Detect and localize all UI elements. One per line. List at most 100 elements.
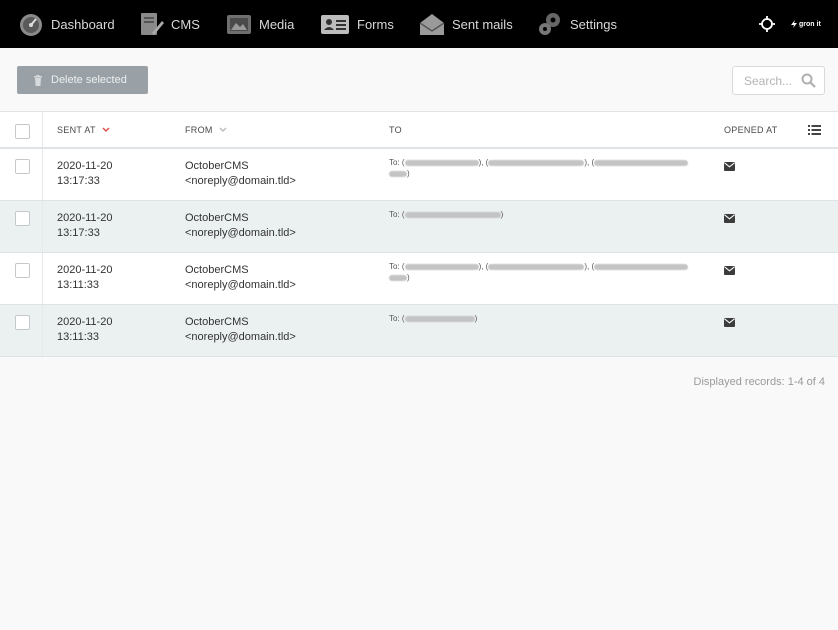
column-from[interactable]: FROM xyxy=(185,112,227,147)
trash-icon xyxy=(34,74,42,86)
from-name: OctoberCMS xyxy=(185,264,249,276)
search-box xyxy=(732,66,825,95)
column-to: TO xyxy=(389,112,402,147)
from-cell: OctoberCMS <noreply@domain.tld> xyxy=(185,211,296,241)
envelope-icon xyxy=(724,266,735,275)
nav-label-cms: CMS xyxy=(171,16,200,32)
sent-time: 13:17:33 xyxy=(57,175,100,187)
from-cell: OctoberCMS <noreply@domain.tld> xyxy=(185,263,296,293)
column-to-label: TO xyxy=(389,124,402,135)
toolbar: Delete selected xyxy=(0,48,838,112)
bolt-icon xyxy=(791,20,797,28)
table-row[interactable]: 2020-11-20 13:11:33 OctoberCMS <noreply@… xyxy=(0,305,838,357)
row-checkbox-cell xyxy=(0,253,43,304)
column-sent-at[interactable]: SENT AT xyxy=(57,112,110,147)
envelope-icon xyxy=(724,162,735,171)
preview-button[interactable] xyxy=(759,0,775,48)
row-checkbox[interactable] xyxy=(15,211,30,226)
to-cell: To: () xyxy=(389,210,504,219)
from-name: OctoberCMS xyxy=(185,316,249,328)
column-opened-at: OPENED AT xyxy=(724,112,778,147)
sent-date: 2020-11-20 xyxy=(57,212,113,224)
to-cell: To: () xyxy=(389,314,478,323)
forms-icon xyxy=(321,15,349,34)
sent-mails-table: SENT AT FROM TO OPENED AT 2020-11-20 13:… xyxy=(0,112,838,357)
table-header: SENT AT FROM TO OPENED AT xyxy=(0,112,838,149)
top-navigation: Dashboard CMS Media Forms Sent mails Set… xyxy=(0,0,838,48)
sent-at-cell: 2020-11-20 13:17:33 xyxy=(57,159,112,189)
redacted-recipient xyxy=(404,211,501,218)
search-input[interactable] xyxy=(744,73,804,88)
nav-item-settings[interactable]: Settings xyxy=(537,0,617,48)
sent-date: 2020-11-20 xyxy=(57,264,113,276)
redacted-recipient xyxy=(488,159,585,166)
nav-item-cms[interactable]: CMS xyxy=(138,0,200,48)
from-name: OctoberCMS xyxy=(185,212,249,224)
row-checkbox-cell xyxy=(0,149,43,200)
redacted-recipient xyxy=(404,159,479,166)
from-email: <noreply@domain.tld> xyxy=(185,227,296,239)
row-checkbox[interactable] xyxy=(15,263,30,278)
delete-selected-label: Delete selected xyxy=(51,74,127,86)
brand-text: gron it xyxy=(799,20,821,28)
redacted-recipient xyxy=(404,263,479,270)
redacted-recipient xyxy=(594,263,689,270)
gears-icon xyxy=(539,13,560,35)
to-prefix: To: ( xyxy=(389,158,405,167)
records-count: Displayed records: 1-4 of 4 xyxy=(693,376,825,388)
select-all-checkbox[interactable] xyxy=(15,124,30,139)
from-email: <noreply@domain.tld> xyxy=(185,279,296,291)
delete-selected-button[interactable]: Delete selected xyxy=(17,66,148,94)
sort-desc-icon xyxy=(102,126,110,132)
row-checkbox-cell xyxy=(0,201,43,252)
redacted-recipient xyxy=(389,274,407,281)
to-prefix: To: ( xyxy=(389,314,405,323)
sent-at-cell: 2020-11-20 13:17:33 xyxy=(57,211,112,241)
redacted-recipient xyxy=(389,170,407,177)
envelope-icon xyxy=(724,318,735,327)
dashboard-icon xyxy=(20,14,42,36)
envelope-icon xyxy=(724,214,735,223)
media-icon xyxy=(227,15,251,34)
nav-item-sent-mails[interactable]: Sent mails xyxy=(419,0,513,48)
to-prefix: To: ( xyxy=(389,210,405,219)
cms-icon xyxy=(141,13,164,35)
crosshair-icon xyxy=(759,16,775,32)
redacted-recipient xyxy=(594,159,689,166)
nav-label-media: Media xyxy=(259,16,295,32)
from-email: <noreply@domain.tld> xyxy=(185,175,296,187)
to-prefix: To: ( xyxy=(389,262,405,271)
nav-item-media[interactable]: Media xyxy=(226,0,294,48)
from-name: OctoberCMS xyxy=(185,160,249,172)
row-checkbox[interactable] xyxy=(15,159,30,174)
nav-label-forms: Forms xyxy=(357,16,394,32)
sent-date: 2020-11-20 xyxy=(57,160,113,172)
sent-time: 13:11:33 xyxy=(57,279,100,291)
redacted-recipient xyxy=(488,263,585,270)
list-icon xyxy=(808,124,821,135)
sort-icon xyxy=(219,127,227,132)
row-checkbox-cell xyxy=(0,305,43,356)
column-opened-at-label: OPENED AT xyxy=(724,124,778,135)
nav-label-settings: Settings xyxy=(570,16,617,32)
nav-item-forms[interactable]: Forms xyxy=(320,0,394,48)
to-cell: To: (), (), ( ) xyxy=(389,157,694,179)
sent-date: 2020-11-20 xyxy=(57,316,113,328)
sent-time: 13:11:33 xyxy=(57,331,100,343)
table-row[interactable]: 2020-11-20 13:11:33 OctoberCMS <noreply@… xyxy=(0,253,838,305)
row-checkbox[interactable] xyxy=(15,315,30,330)
brand-logo[interactable]: gron it xyxy=(791,0,821,48)
table-row[interactable]: 2020-11-20 13:17:33 OctoberCMS <noreply@… xyxy=(0,149,838,201)
sent-at-cell: 2020-11-20 13:11:33 xyxy=(57,315,112,345)
nav-item-dashboard[interactable]: Dashboard xyxy=(18,0,115,48)
nav-label-dashboard: Dashboard xyxy=(51,16,115,32)
from-cell: OctoberCMS <noreply@domain.tld> xyxy=(185,315,296,345)
redacted-recipient xyxy=(404,315,475,322)
sent-at-cell: 2020-11-20 13:11:33 xyxy=(57,263,112,293)
envelope-icon xyxy=(419,14,445,35)
table-row[interactable]: 2020-11-20 13:17:33 OctoberCMS <noreply@… xyxy=(0,201,838,253)
search-icon[interactable] xyxy=(801,73,816,88)
to-cell: To: (), (), ( ) xyxy=(389,261,694,283)
column-setup-button[interactable] xyxy=(808,112,821,147)
from-cell: OctoberCMS <noreply@domain.tld> xyxy=(185,159,296,189)
